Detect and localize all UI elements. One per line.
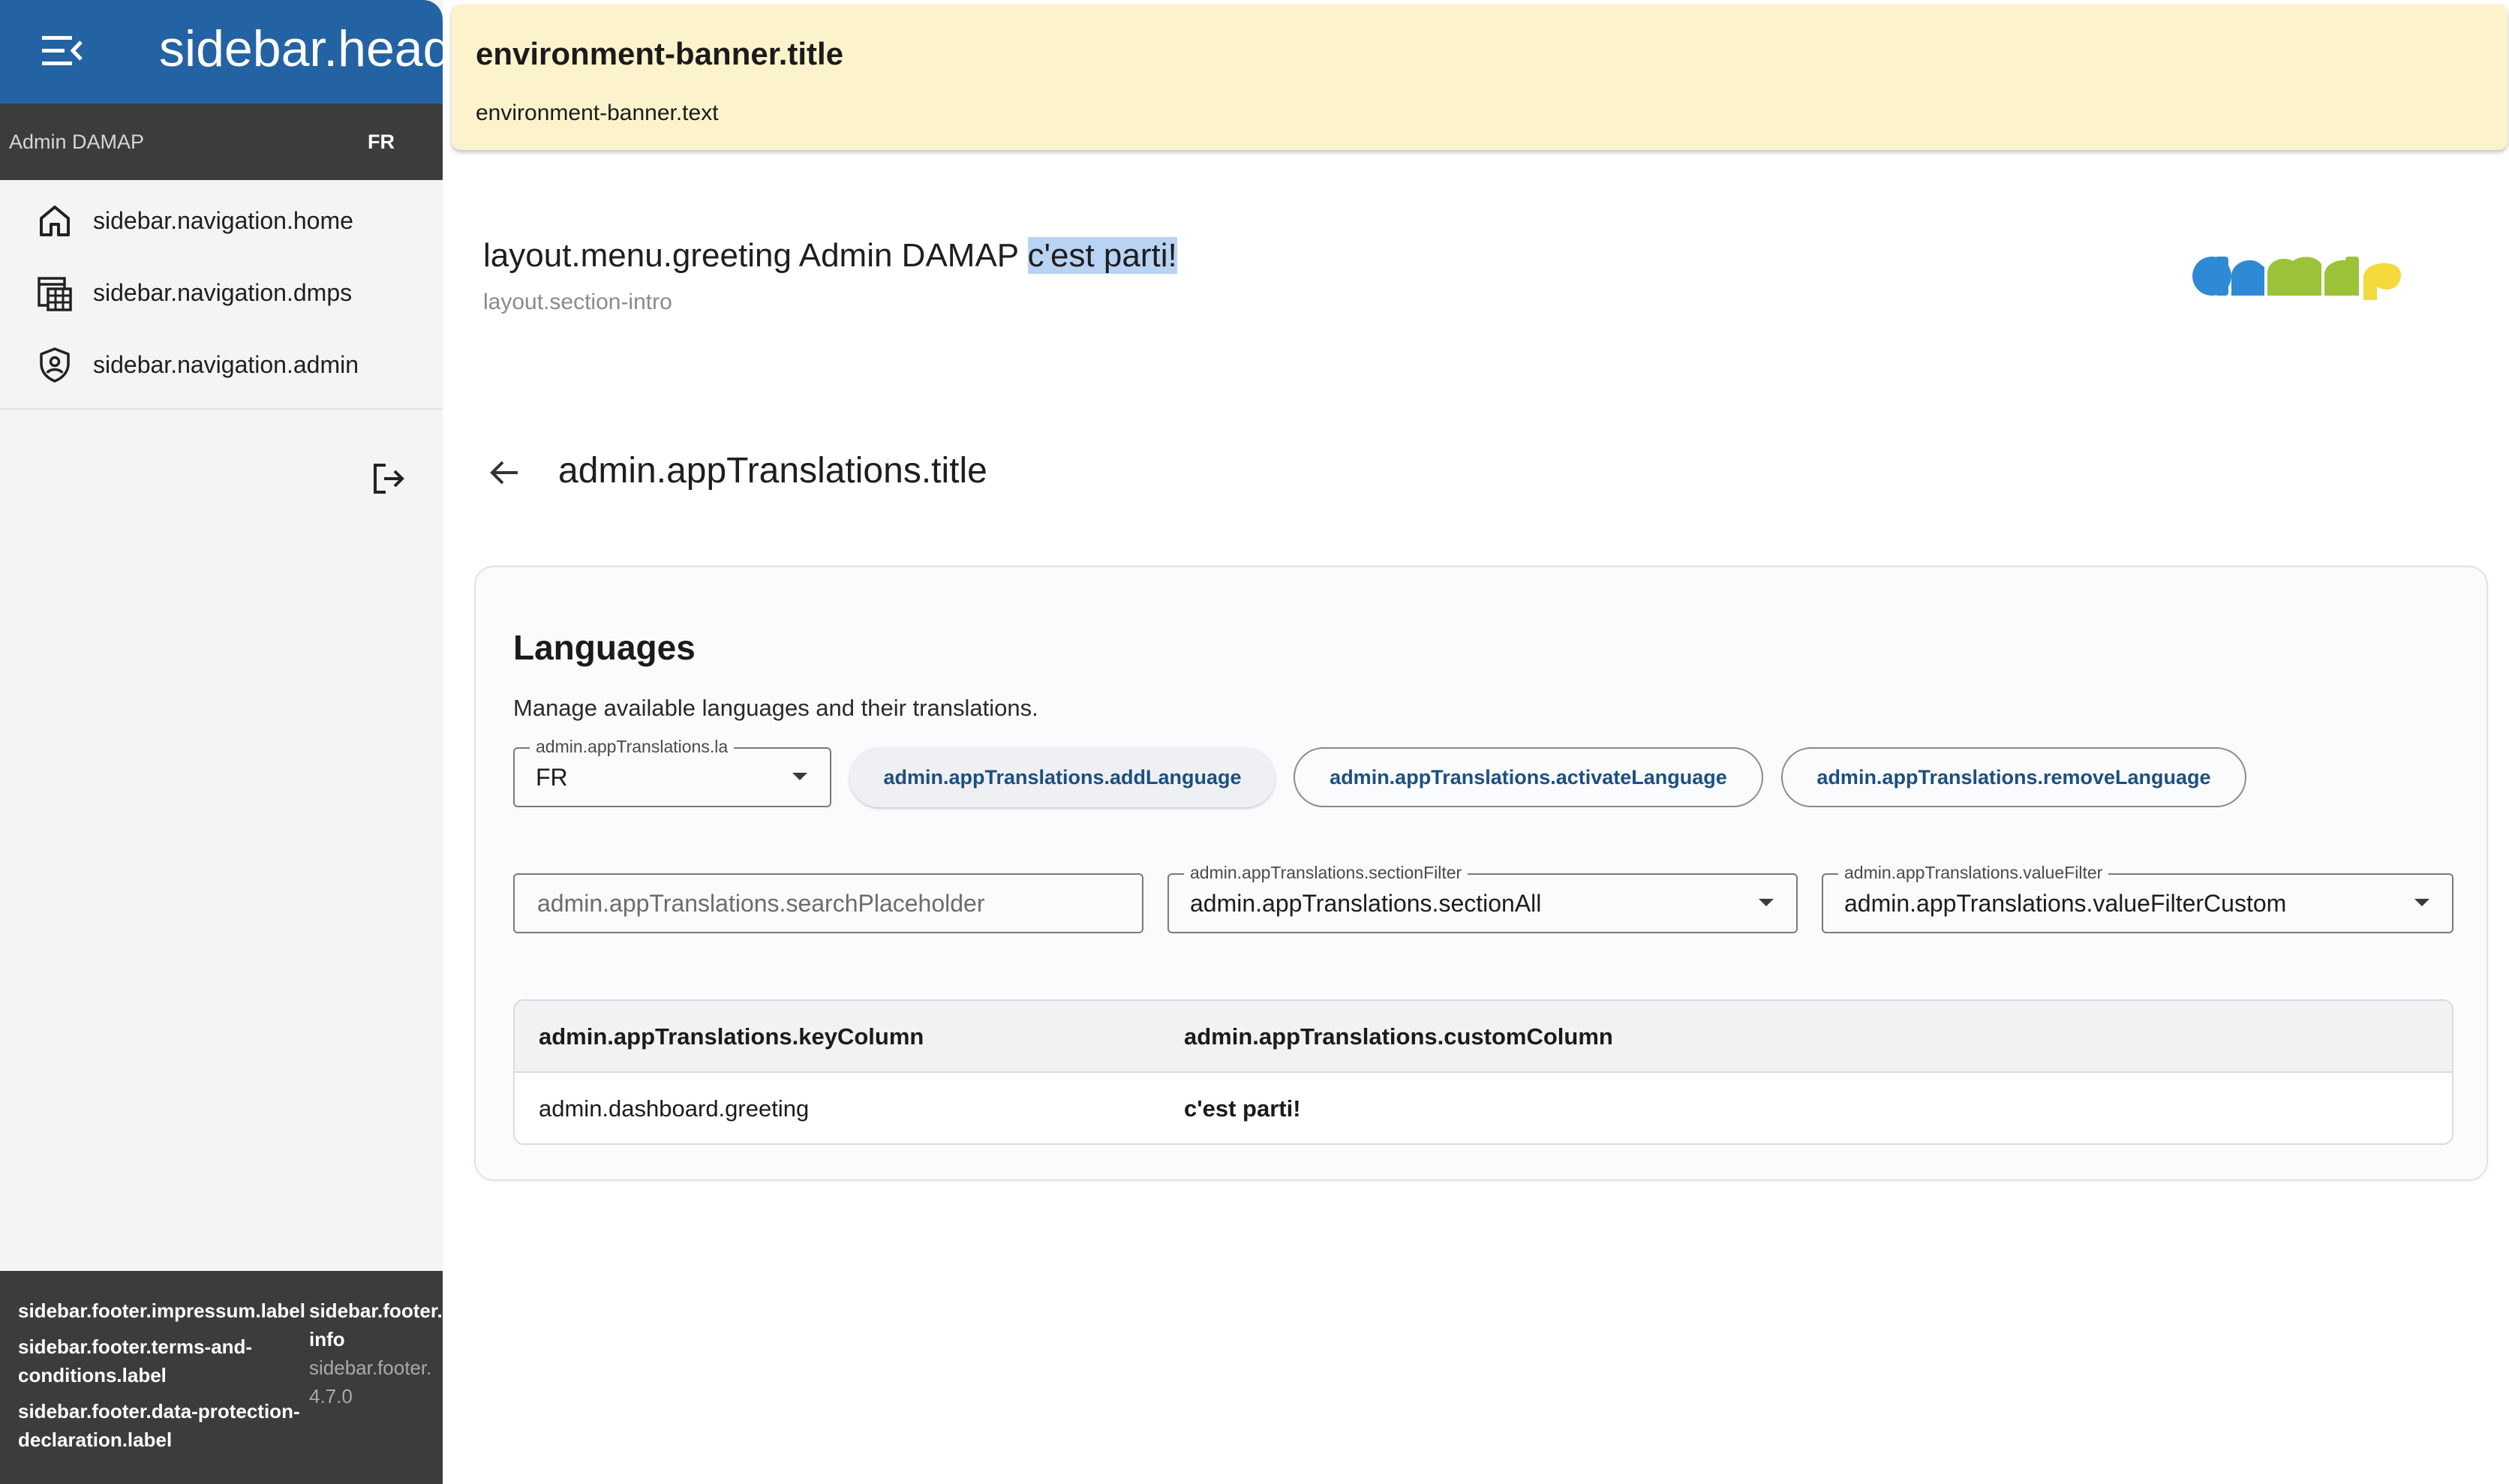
- value-filter-value: admin.appTranslations.valueFilterCustom: [1844, 890, 2287, 917]
- admin-shield-icon: [40, 347, 70, 383]
- language-select-value: FR: [536, 764, 568, 791]
- home-icon: [40, 206, 70, 236]
- sidebar-item-home[interactable]: sidebar.navigation.home: [0, 185, 443, 257]
- table-grid-icon: [38, 277, 72, 311]
- add-language-button[interactable]: admin.appTranslations.addLanguage: [849, 747, 1276, 807]
- sidebar-header: sidebar.header: [0, 0, 443, 104]
- data-protection-link[interactable]: sidebar.footer.data-protection-declarati…: [18, 1397, 311, 1454]
- user-name: Admin DAMAP: [9, 131, 145, 153]
- language-select[interactable]: admin.appTranslations.la FR: [513, 737, 831, 807]
- user-bar: Admin DAMAP FR: [0, 104, 443, 180]
- greeting-prefix: layout.menu.greeting Admin DAMAP: [483, 237, 1028, 274]
- translations-table: admin.appTranslations.keyColumn admin.ap…: [513, 999, 2453, 1145]
- dropdown-arrow-icon: [2414, 899, 2429, 906]
- section-intro: layout.section-intro: [483, 290, 672, 314]
- app-root: sidebar.header Admin DAMAP FR sidebar.na…: [0, 0, 2509, 1484]
- sidebar-divider: [0, 408, 443, 410]
- footer-links: sidebar.footer.impressum.label sidebar.f…: [18, 1296, 311, 1461]
- footer-version-label: sidebar.footer.: [309, 1356, 432, 1379]
- dropdown-arrow-icon: [1759, 899, 1774, 906]
- terms-link[interactable]: sidebar.footer.terms-and-conditions.labe…: [18, 1332, 311, 1389]
- custom-column-header[interactable]: admin.appTranslations.customColumn: [1184, 1023, 1613, 1050]
- page-title: admin.appTranslations.title: [558, 451, 987, 491]
- back-button[interactable]: [485, 453, 524, 492]
- value-filter-select[interactable]: admin.appTranslations.valueFilter admin.…: [1822, 863, 2453, 933]
- greeting-text: layout.menu.greeting Admin DAMAP c'est p…: [483, 237, 1177, 275]
- app-version: 4.7.0: [309, 1385, 353, 1407]
- sidebar-nav: sidebar.navigation.home sidebar.navigati…: [0, 185, 443, 401]
- sidebar-title: sidebar.header: [159, 20, 443, 77]
- table-header: admin.appTranslations.keyColumn admin.ap…: [515, 1001, 2452, 1073]
- impressum-link[interactable]: sidebar.footer.impressum.label: [18, 1296, 311, 1325]
- greeting-selected-text: c'est parti!: [1027, 237, 1177, 274]
- footer-info-link-cont[interactable]: info: [309, 1325, 443, 1353]
- sidebar-item-dmps[interactable]: sidebar.navigation.dmps: [0, 257, 443, 329]
- logout-button[interactable]: [371, 461, 407, 497]
- user-language-toggle[interactable]: FR: [368, 131, 395, 154]
- banner-text: environment-banner.text: [476, 101, 719, 125]
- dropdown-arrow-icon: [792, 773, 807, 780]
- footer-info-link[interactable]: sidebar.footer.: [309, 1296, 443, 1325]
- sidebar-item-label: sidebar.navigation.home: [93, 206, 353, 234]
- arrow-left-icon: [490, 461, 518, 485]
- sidebar: sidebar.header Admin DAMAP FR sidebar.na…: [0, 0, 443, 1484]
- footer-info: sidebar.footer. info sidebar.footer. 4.7…: [309, 1296, 443, 1410]
- section-filter-label: admin.appTranslations.sectionFilter: [1184, 863, 1468, 883]
- sidebar-item-label: sidebar.navigation.dmps: [93, 278, 353, 306]
- banner-title: environment-banner.title: [476, 36, 844, 71]
- remove-language-button[interactable]: admin.appTranslations.removeLanguage: [1781, 747, 2246, 807]
- logout-icon: [374, 464, 404, 494]
- language-select-label: admin.appTranslations.la: [530, 737, 735, 757]
- card-description: Manage available languages and their tra…: [513, 695, 1038, 721]
- activate-language-button[interactable]: admin.appTranslations.activateLanguage: [1294, 747, 1763, 807]
- table-row[interactable]: admin.dashboard.greeting c'est parti!: [515, 1073, 2452, 1143]
- value-filter-label: admin.appTranslations.valueFilter: [1838, 863, 2109, 883]
- translation-key-cell: admin.dashboard.greeting: [539, 1095, 810, 1122]
- section-filter-value: admin.appTranslations.sectionAll: [1190, 890, 1542, 917]
- key-column-header[interactable]: admin.appTranslations.keyColumn: [539, 1023, 924, 1050]
- menu-collapse-button[interactable]: [38, 30, 86, 72]
- sidebar-item-label: sidebar.navigation.admin: [93, 350, 359, 378]
- languages-card: Languages Manage available languages and…: [474, 566, 2488, 1181]
- search-input[interactable]: [513, 873, 1143, 933]
- environment-banner: environment-banner.title environment-ban…: [452, 5, 2507, 150]
- section-filter-select[interactable]: admin.appTranslations.sectionFilter admi…: [1167, 863, 1798, 933]
- sidebar-footer: sidebar.footer.impressum.label sidebar.f…: [0, 1271, 443, 1484]
- translation-custom-cell[interactable]: c'est parti!: [1184, 1095, 1301, 1122]
- card-title: Languages: [513, 628, 696, 667]
- sidebar-item-admin[interactable]: sidebar.navigation.admin: [0, 329, 443, 401]
- menu-collapse-icon: [42, 36, 83, 65]
- damap-logo: damap: [2192, 257, 2401, 300]
